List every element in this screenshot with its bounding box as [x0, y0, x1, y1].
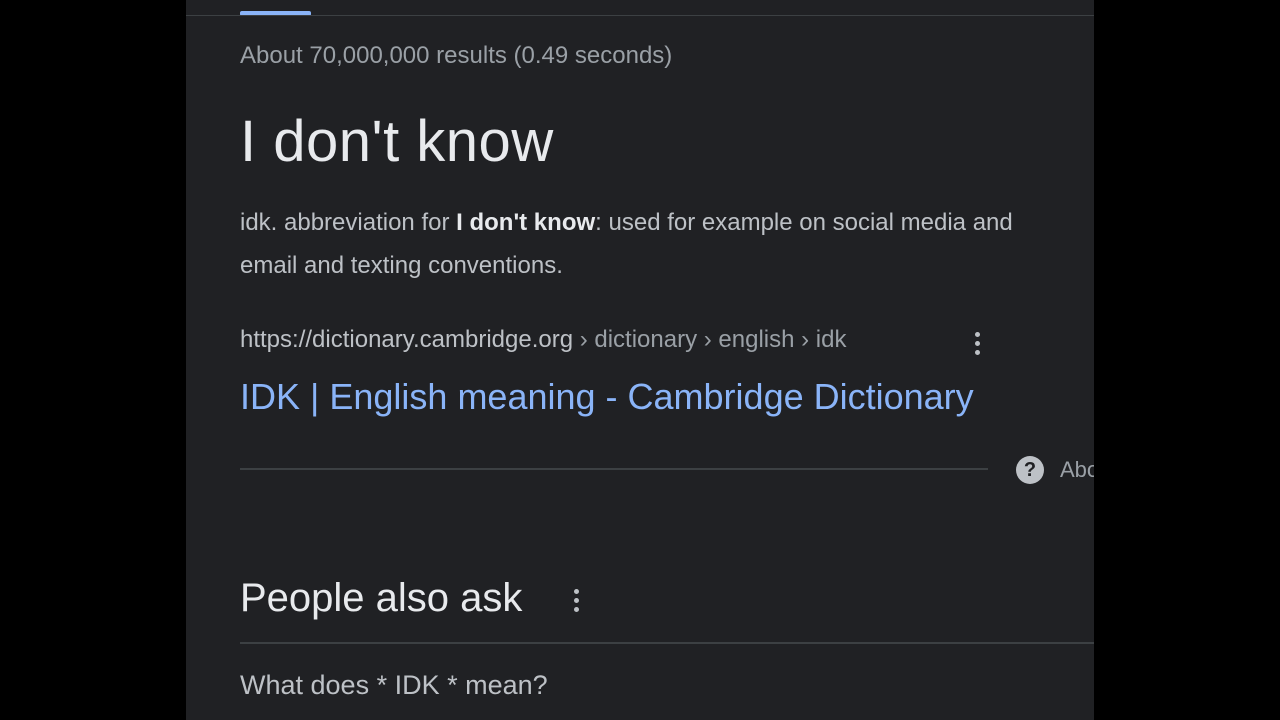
kebab-dot: [974, 331, 980, 337]
description-prefix: idk. abbreviation for: [240, 209, 457, 236]
kebab-dot: [573, 588, 579, 594]
featured-snippet-description: idk. abbreviation for I don't know: used…: [240, 201, 1094, 287]
result-stats: About 70,000,000 results (0.49 seconds): [240, 42, 673, 69]
people-also-ask-title: People also ask: [240, 576, 523, 620]
kebab-dot: [573, 606, 579, 612]
search-results-page: About 70,000,000 results (0.49 seconds) …: [186, 0, 1094, 720]
description-line2: email and texting conventions.: [240, 252, 563, 279]
cite-domain: https://dictionary.cambridge.org: [240, 326, 574, 353]
result-more-options-icon[interactable]: [965, 329, 989, 357]
cite-path: › dictionary › english › idk: [573, 326, 847, 353]
people-also-ask-question[interactable]: What does * IDK * mean?: [240, 670, 548, 701]
top-divider: [186, 15, 1094, 16]
result-title-link[interactable]: IDK | English meaning - Cambridge Dictio…: [240, 376, 974, 418]
description-suffix: : used for example on social media and: [595, 209, 1013, 236]
featured-snippet-title: I don't know: [240, 109, 554, 174]
kebab-dot: [573, 597, 579, 603]
about-featured-snippets-link[interactable]: About: [1060, 457, 1094, 483]
result-cite[interactable]: https://dictionary.cambridge.org › dicti…: [240, 326, 846, 354]
kebab-dot: [974, 340, 980, 346]
snippet-divider: [240, 468, 988, 470]
question-mark-icon[interactable]: ?: [1016, 456, 1044, 484]
description-bold: I don't know: [456, 209, 596, 236]
people-also-ask-more-options-icon[interactable]: [564, 586, 588, 614]
kebab-dot: [974, 349, 980, 355]
people-also-ask-divider: [240, 642, 1094, 644]
